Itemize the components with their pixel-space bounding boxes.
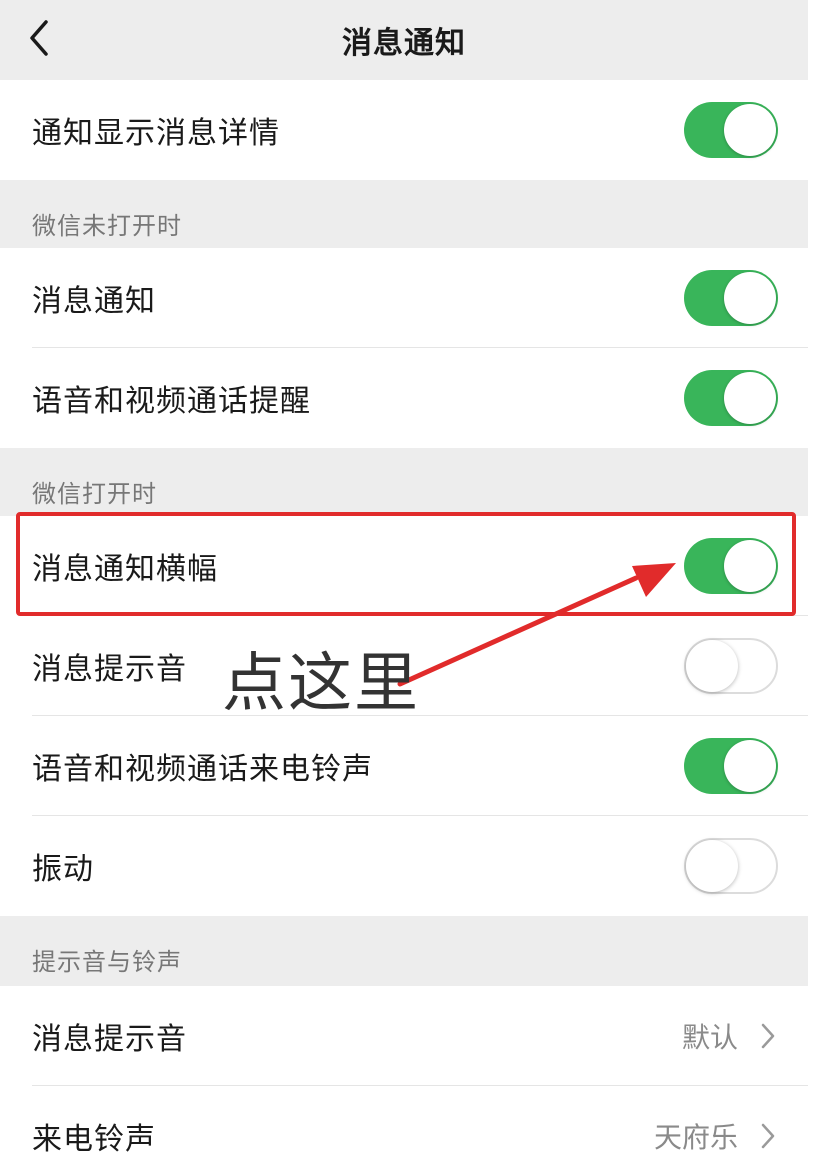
row-closed-call-remind: 语音和视频通话提醒 (0, 348, 808, 448)
row-open-vibrate: 振动 (0, 816, 808, 916)
row-label: 消息提示音 (32, 1022, 187, 1057)
row-label: 消息通知 (32, 284, 156, 319)
chevron-right-icon (761, 1123, 775, 1149)
row-label: 通知显示消息详情 (32, 116, 280, 151)
row-label: 来电铃声 (32, 1122, 156, 1157)
section-label: 微信未打开时 (32, 212, 182, 240)
row-label: 振动 (32, 852, 94, 887)
toggle-knob (686, 840, 738, 892)
toggle-knob (724, 104, 776, 156)
toggle-open-ringtone[interactable] (684, 738, 778, 794)
section-header-closed: 微信未打开时 (0, 180, 808, 248)
section-header-sounds: 提示音与铃声 (0, 916, 808, 984)
section-header-opened: 微信打开时 (0, 448, 808, 516)
right-margin (808, 0, 822, 1170)
annotation-text: 点这里 (222, 647, 420, 721)
page-title: 消息通知 (342, 26, 466, 61)
row-value: 默认 (681, 1021, 738, 1054)
chevron-right-icon (761, 1023, 775, 1049)
section-label: 微信打开时 (32, 480, 157, 508)
row-sound-ringtone[interactable]: 来电铃声 天府乐 (0, 1086, 808, 1170)
row-open-ringtone: 语音和视频通话来电铃声 (0, 716, 808, 816)
row-label: 语音和视频通话来电铃声 (32, 752, 373, 787)
toggle-knob (724, 372, 776, 424)
row-sound-message[interactable]: 消息提示音 默认 (0, 986, 808, 1086)
row-closed-notify: 消息通知 (0, 248, 808, 348)
toggle-open-vibrate[interactable] (684, 838, 778, 894)
row-label: 消息提示音 (32, 652, 187, 687)
toggle-knob (686, 640, 738, 692)
toggle-closed-notify[interactable] (684, 270, 778, 326)
toggle-knob (724, 272, 776, 324)
toggle-open-sound[interactable] (684, 638, 778, 694)
row-value: 天府乐 (653, 1121, 738, 1154)
row-label: 语音和视频通话提醒 (32, 384, 311, 419)
nav-bar: 消息通知 (0, 0, 808, 80)
toggle-closed-call-remind[interactable] (684, 370, 778, 426)
row-show-details: 通知显示消息详情 (0, 80, 808, 180)
section-label: 提示音与铃声 (32, 948, 182, 976)
toggle-show-details[interactable] (684, 102, 778, 158)
annotation-highlight-box (16, 512, 796, 616)
toggle-knob (724, 740, 776, 792)
